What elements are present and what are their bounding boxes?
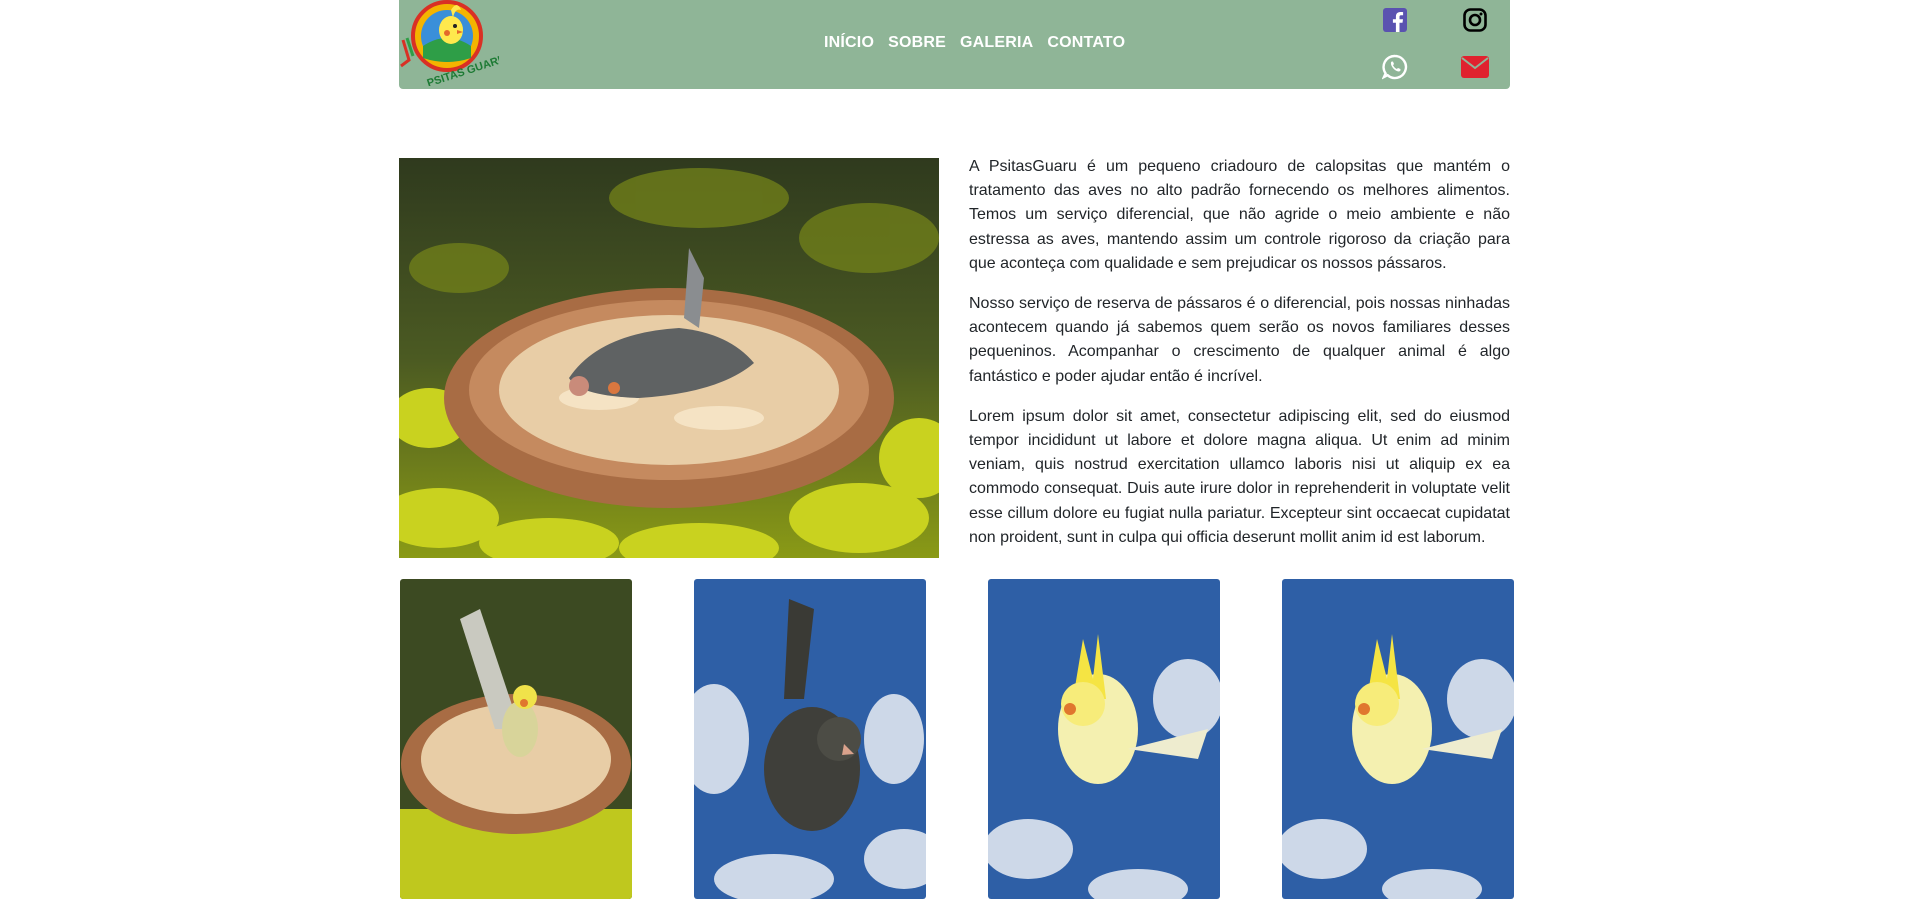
cockatiel-basket-thumb bbox=[400, 579, 632, 899]
facebook-link[interactable] bbox=[1380, 5, 1410, 35]
gallery-photo[interactable] bbox=[988, 579, 1220, 899]
yellow-cockatiel-thumb-2 bbox=[1282, 579, 1514, 899]
envelope-icon bbox=[1461, 56, 1489, 78]
about-section: A PsitasGuaru é um pequeno criadouro de … bbox=[969, 155, 1510, 566]
instagram-link[interactable] bbox=[1460, 5, 1490, 35]
logo[interactable]: PSITAS GUARU bbox=[399, 0, 508, 90]
nav-link-contato[interactable]: CONTATO bbox=[1047, 34, 1125, 52]
logo-image: PSITAS GUARU bbox=[400, 0, 508, 90]
instagram-icon bbox=[1463, 8, 1487, 32]
about-paragraph: A PsitasGuaru é um pequeno criadouro de … bbox=[969, 158, 1510, 272]
about-paragraph: Nosso serviço de reserva de pássaros é o… bbox=[969, 295, 1510, 385]
yellow-cockatiel-thumb bbox=[988, 579, 1220, 899]
whatsapp-icon bbox=[1382, 54, 1408, 80]
about-paragraph: Lorem ipsum dolor sit amet, consectetur … bbox=[969, 407, 1510, 546]
whatsapp-link[interactable] bbox=[1380, 52, 1410, 82]
gallery-photo[interactable] bbox=[400, 579, 632, 899]
navbar: PSITAS GUARU INÍCIO SOBRE GALERIA CONTAT… bbox=[399, 0, 1510, 90]
gallery-photo[interactable] bbox=[1282, 579, 1514, 899]
nav-link-inicio[interactable]: INÍCIO bbox=[824, 34, 874, 52]
main-nav: INÍCIO SOBRE GALERIA CONTATO bbox=[824, 34, 1125, 52]
cockatiel-basket-photo bbox=[399, 158, 939, 558]
gallery-photo[interactable] bbox=[694, 579, 926, 899]
nav-link-sobre[interactable]: SOBRE bbox=[888, 34, 946, 52]
dark-cockatiel-thumb bbox=[694, 579, 926, 899]
email-link[interactable] bbox=[1460, 52, 1490, 82]
facebook-icon bbox=[1383, 8, 1407, 32]
main-photo bbox=[399, 158, 939, 558]
nav-link-galeria[interactable]: GALERIA bbox=[960, 34, 1033, 52]
